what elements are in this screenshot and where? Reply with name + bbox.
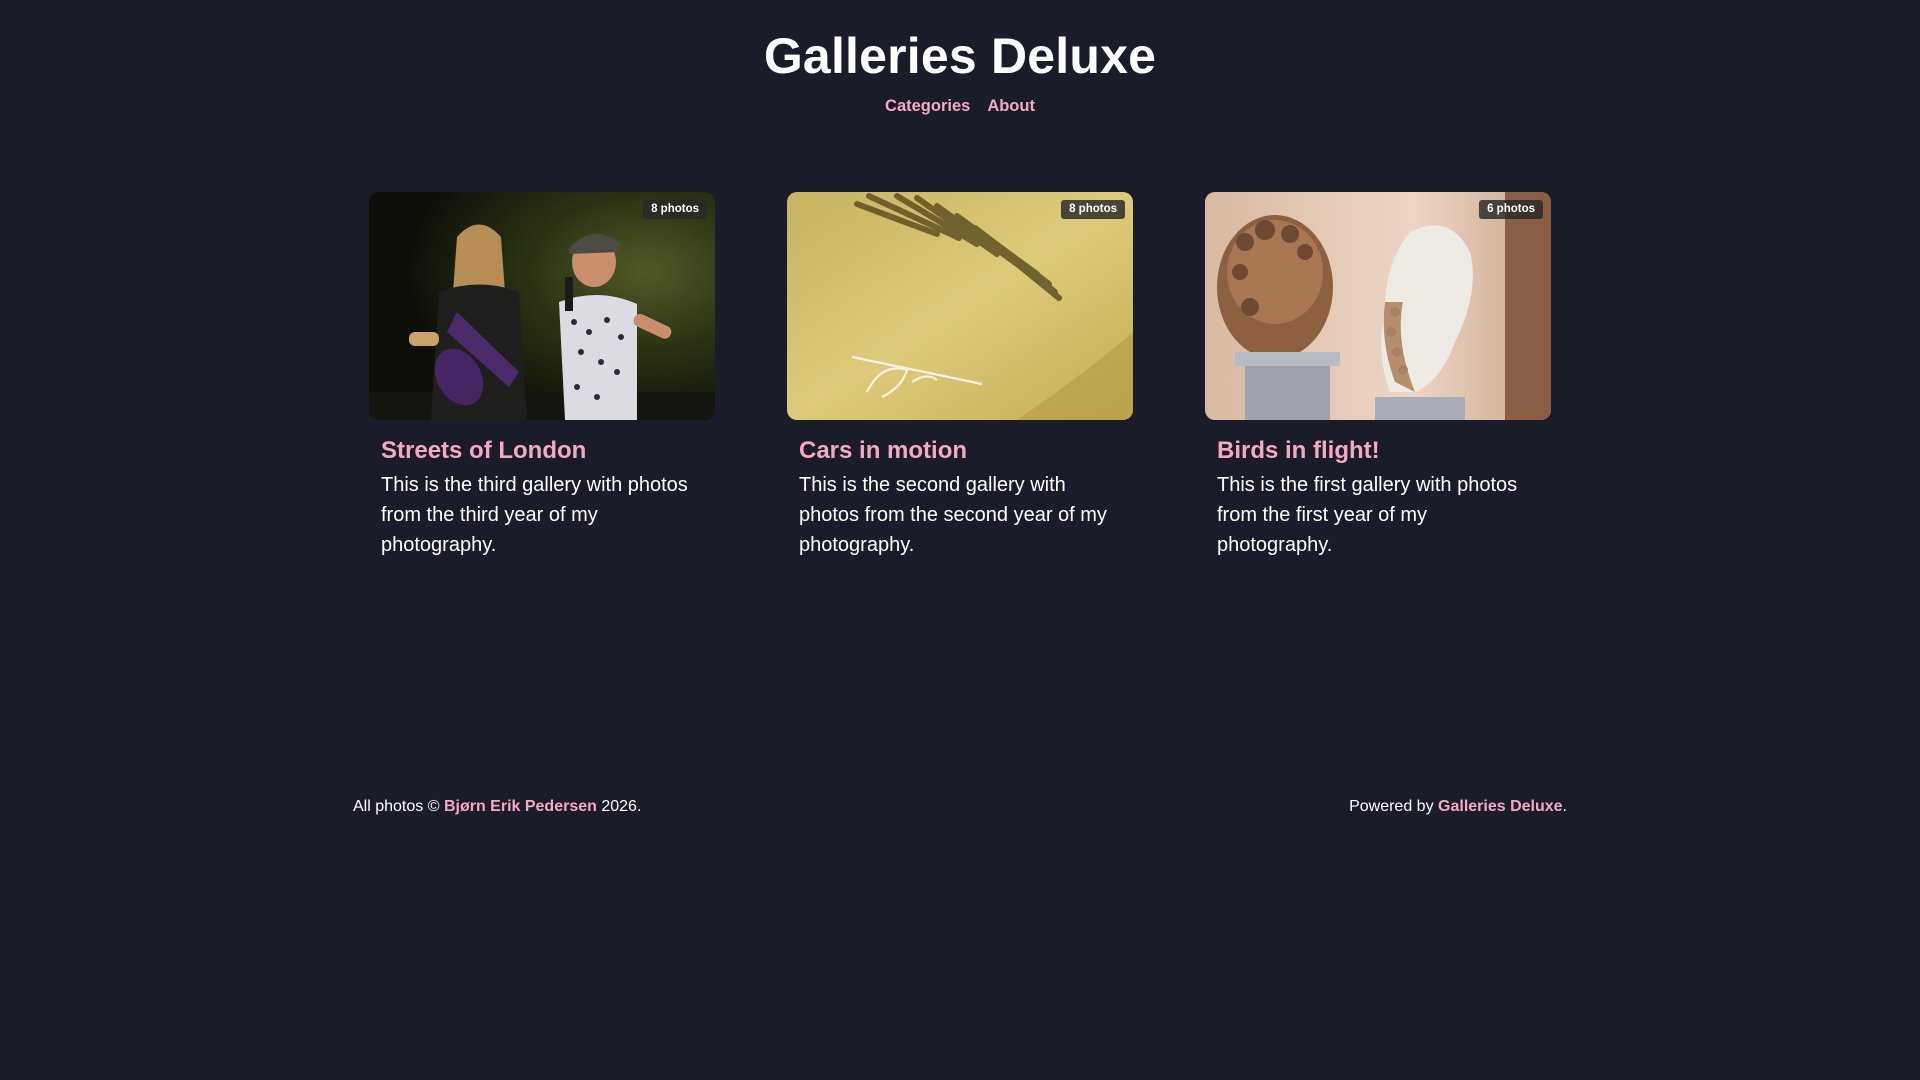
copyright-prefix: All photos © (353, 798, 440, 815)
powered-by-suffix: . (1562, 798, 1567, 815)
gallery-card-streets-of-london[interactable]: 8 photos Streets of London This is the t… (369, 192, 715, 560)
photo-count-badge: 8 photos (1061, 200, 1125, 219)
nav-link-categories[interactable]: Categories (885, 97, 970, 116)
photo-count-badge: 6 photos (1479, 200, 1543, 219)
karmann-ghia-car-detail-photo (787, 192, 1133, 420)
nav-link-about[interactable]: About (987, 97, 1035, 116)
gallery-card-cars-in-motion[interactable]: 8 photos Cars in motion This is the seco… (787, 192, 1133, 560)
gallery-card-birds-in-flight[interactable]: 6 photos Birds in flight! This is the fi… (1205, 192, 1551, 560)
marble-sculpture-heads-photo (1205, 192, 1551, 420)
gallery-title[interactable]: Streets of London (381, 436, 703, 466)
main-nav: Categories About (0, 97, 1920, 116)
powered-by-prefix: Powered by (1349, 798, 1434, 815)
gallery-thumbnail[interactable]: 6 photos (1205, 192, 1551, 420)
gallery-thumbnail[interactable]: 8 photos (369, 192, 715, 420)
site-footer: All photos © Bjørn Erik Pedersen 2026. P… (353, 798, 1567, 816)
site-title[interactable]: Galleries Deluxe (0, 26, 1920, 86)
site-header: Galleries Deluxe Categories About (0, 0, 1920, 116)
photo-count-badge: 8 photos (643, 200, 707, 219)
concert-performers-photo (369, 192, 715, 420)
gallery-description: This is the first gallery with photos fr… (1217, 474, 1518, 556)
powered-by-notice: Powered by Galleries Deluxe. (1349, 798, 1567, 816)
powered-by-link[interactable]: Galleries Deluxe (1438, 798, 1563, 815)
gallery-description: This is the third gallery with photos fr… (381, 474, 688, 556)
copyright-notice: All photos © Bjørn Erik Pedersen 2026. (353, 798, 641, 816)
author-link[interactable]: Bjørn Erik Pedersen (444, 798, 597, 815)
gallery-title[interactable]: Cars in motion (799, 436, 1121, 466)
gallery-thumbnail[interactable]: 8 photos (787, 192, 1133, 420)
gallery-grid: 8 photos Streets of London This is the t… (369, 192, 1551, 560)
gallery-description: This is the second gallery with photos f… (799, 474, 1107, 556)
gallery-title[interactable]: Birds in flight! (1217, 436, 1539, 466)
copyright-year: 2026. (601, 798, 642, 815)
